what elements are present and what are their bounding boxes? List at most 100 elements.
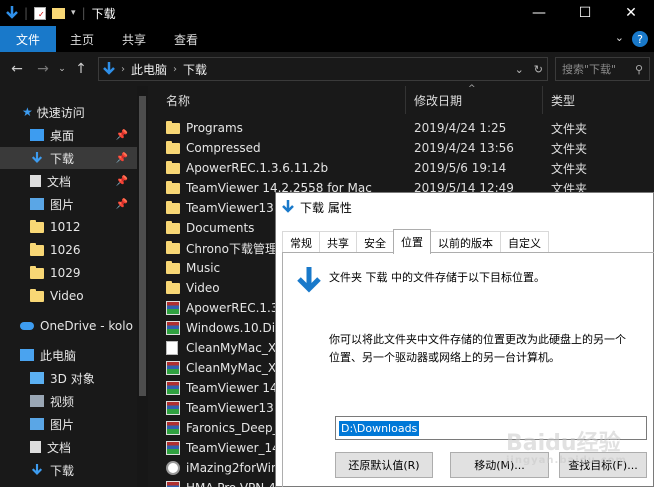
breadcrumb-this-pc[interactable]: 此电脑 [131,61,167,78]
scrollbar-thumb[interactable] [139,96,146,396]
breadcrumb-separator-icon: › [173,63,178,75]
sidebar-item-downloads-pc[interactable]: 下载 [0,459,140,481]
file-type: 文件夹 [551,121,588,136]
file-name: Windows.10.Dig [186,321,283,335]
pin-icon[interactable]: 📌 [116,176,128,187]
archive-icon [166,481,180,487]
sidebar-item-3d-objects[interactable]: 3D 对象 [0,367,140,389]
video-icon [30,395,44,407]
back-arrow-icon[interactable]: ← [4,61,30,77]
tab-sharing[interactable]: 共享 [319,231,357,253]
sidebar-item-1029[interactable]: 1029 [0,262,140,284]
tab-previous-versions[interactable]: 以前的版本 [430,231,501,253]
search-input[interactable]: 搜索"下载" ⚲ [555,57,650,81]
sidebar-item-label: 1012 [50,220,81,234]
file-row[interactable]: Compressed 2019/4/24 13:56 文件夹 [166,138,646,158]
archive-icon [166,421,180,435]
tab-security[interactable]: 安全 [356,231,394,253]
dialog-title-bar: 下载 属性 [276,193,653,221]
file-name: TeamViewer_14 [186,441,280,455]
new-folder-icon[interactable] [52,7,66,19]
sidebar-item-label: 1026 [50,243,81,257]
sidebar-item-quick-access[interactable]: ★ 快速访问 [0,101,140,123]
tab-general[interactable]: 常规 [282,231,320,253]
tab-file[interactable]: 文件 [0,26,57,52]
sidebar-item-1026[interactable]: 1026 [0,239,140,261]
tab-share[interactable]: 共享 [108,26,160,52]
sidebar-item-pictures-pc[interactable]: 图片 [0,413,140,435]
file-name: TeamViewer 14. [186,381,282,395]
folder-icon [30,288,44,302]
pin-icon[interactable]: 📌 [116,199,128,210]
sidebar-item-documents-pc[interactable]: 文档 [0,436,140,458]
tab-view[interactable]: 查看 [160,26,212,52]
minimize-button[interactable]: — [516,0,562,26]
chevron-down-icon[interactable]: ▾ [71,8,76,18]
sidebar-item-onedrive[interactable]: OneDrive - kolo [0,315,140,337]
file-date: 2019/4/24 1:25 [414,121,507,135]
recent-chevron-icon[interactable]: ⌄ [56,64,68,74]
folder-icon [166,121,180,134]
sidebar-item-1012[interactable]: 1012 [0,216,140,238]
pin-icon[interactable]: 📌 [116,130,128,141]
breadcrumb-downloads[interactable]: 下载 [183,61,207,78]
separator: | [24,6,29,20]
help-button[interactable]: ? [632,31,648,47]
restore-default-button[interactable]: 还原默认值(R) [335,452,433,478]
file-row[interactable]: Programs 2019/4/24 1:25 文件夹 [166,118,646,138]
file-name: CleanMyMac_X [186,341,277,355]
file-name-cell: Programs [166,121,406,135]
file-name: iMazing2forWin [186,461,279,475]
search-placeholder: 搜索"下载" [562,63,617,76]
address-dropdown-icon[interactable]: ⌄ [515,63,524,76]
archive-icon [166,321,180,335]
file-name: Compressed [186,141,261,155]
tab-location[interactable]: 位置 [393,229,431,254]
sidebar-item-label: 图片 [50,197,75,212]
file-name: Faronics_Deep_ [186,421,279,435]
folder-icon [166,240,180,254]
document-icon [166,341,178,355]
up-arrow-icon[interactable]: ↑ [68,61,94,77]
dialog-tabs: 常规 共享 安全 位置 以前的版本 自定义 [282,229,549,254]
pin-icon[interactable]: 📌 [116,153,128,164]
sidebar-item-video[interactable]: Video [0,285,140,307]
properties-icon[interactable]: ✓ [34,6,47,20]
file-type: 文件夹 [551,141,588,156]
sidebar-item-videos[interactable]: 视频 [0,390,140,412]
download-icon [31,464,43,475]
refresh-icon[interactable]: ↻ [534,63,543,76]
watermark-text: Baidu经验 [506,431,621,456]
window-title: 下载 [91,6,116,21]
close-button[interactable]: ✕ [608,0,654,26]
archive-icon [166,381,180,395]
maximize-button[interactable]: ☐ [562,0,608,26]
file-row[interactable]: ApowerREC.1.3.6.11.2b 2019/5/6 19:14 文件夹 [166,158,646,178]
tab-customize[interactable]: 自定义 [500,231,549,253]
picture-icon [30,418,44,430]
sidebar-item-downloads[interactable]: 下载 📌 [0,147,140,169]
archive-icon [166,401,180,415]
file-name: HMA.Pro.VPN.4 [186,481,276,487]
tab-home[interactable]: 主页 [56,26,108,52]
file-name: Programs [186,121,243,135]
sidebar-item-this-pc[interactable]: 此电脑 [0,344,140,366]
sidebar-item-label: Video [50,289,84,303]
ribbon-expand-icon[interactable]: ⌄ [615,31,624,44]
address-bar[interactable]: › 此电脑 › 下载 ⌄ ↻ [98,57,548,81]
cloud-icon [20,322,34,330]
sidebar-item-documents[interactable]: 文档 📌 [0,170,140,192]
sidebar-item-desktop[interactable]: 桌面 📌 [0,124,140,146]
sidebar-item-pictures[interactable]: 图片 📌 [0,193,140,215]
location-description-line1: 你可以将此文件夹中文件存储的位置更改为此硬盘上的另一个 [329,333,626,346]
column-header-type[interactable]: 类型 [543,86,654,114]
forward-arrow-icon[interactable]: → [30,61,56,77]
sidebar-scrollbar[interactable] [137,86,148,487]
column-header-date[interactable]: 修改日期 ^ [406,84,543,114]
column-header-name[interactable]: 名称 [148,86,406,114]
sidebar-item-label: 3D 对象 [50,371,95,386]
dialog-title: 下载 属性 [300,200,352,215]
sidebar-item-music[interactable]: 音乐 [0,482,140,487]
quick-access-toolbar: | ✓ ▾ | [0,6,86,20]
desktop-icon [30,129,44,141]
